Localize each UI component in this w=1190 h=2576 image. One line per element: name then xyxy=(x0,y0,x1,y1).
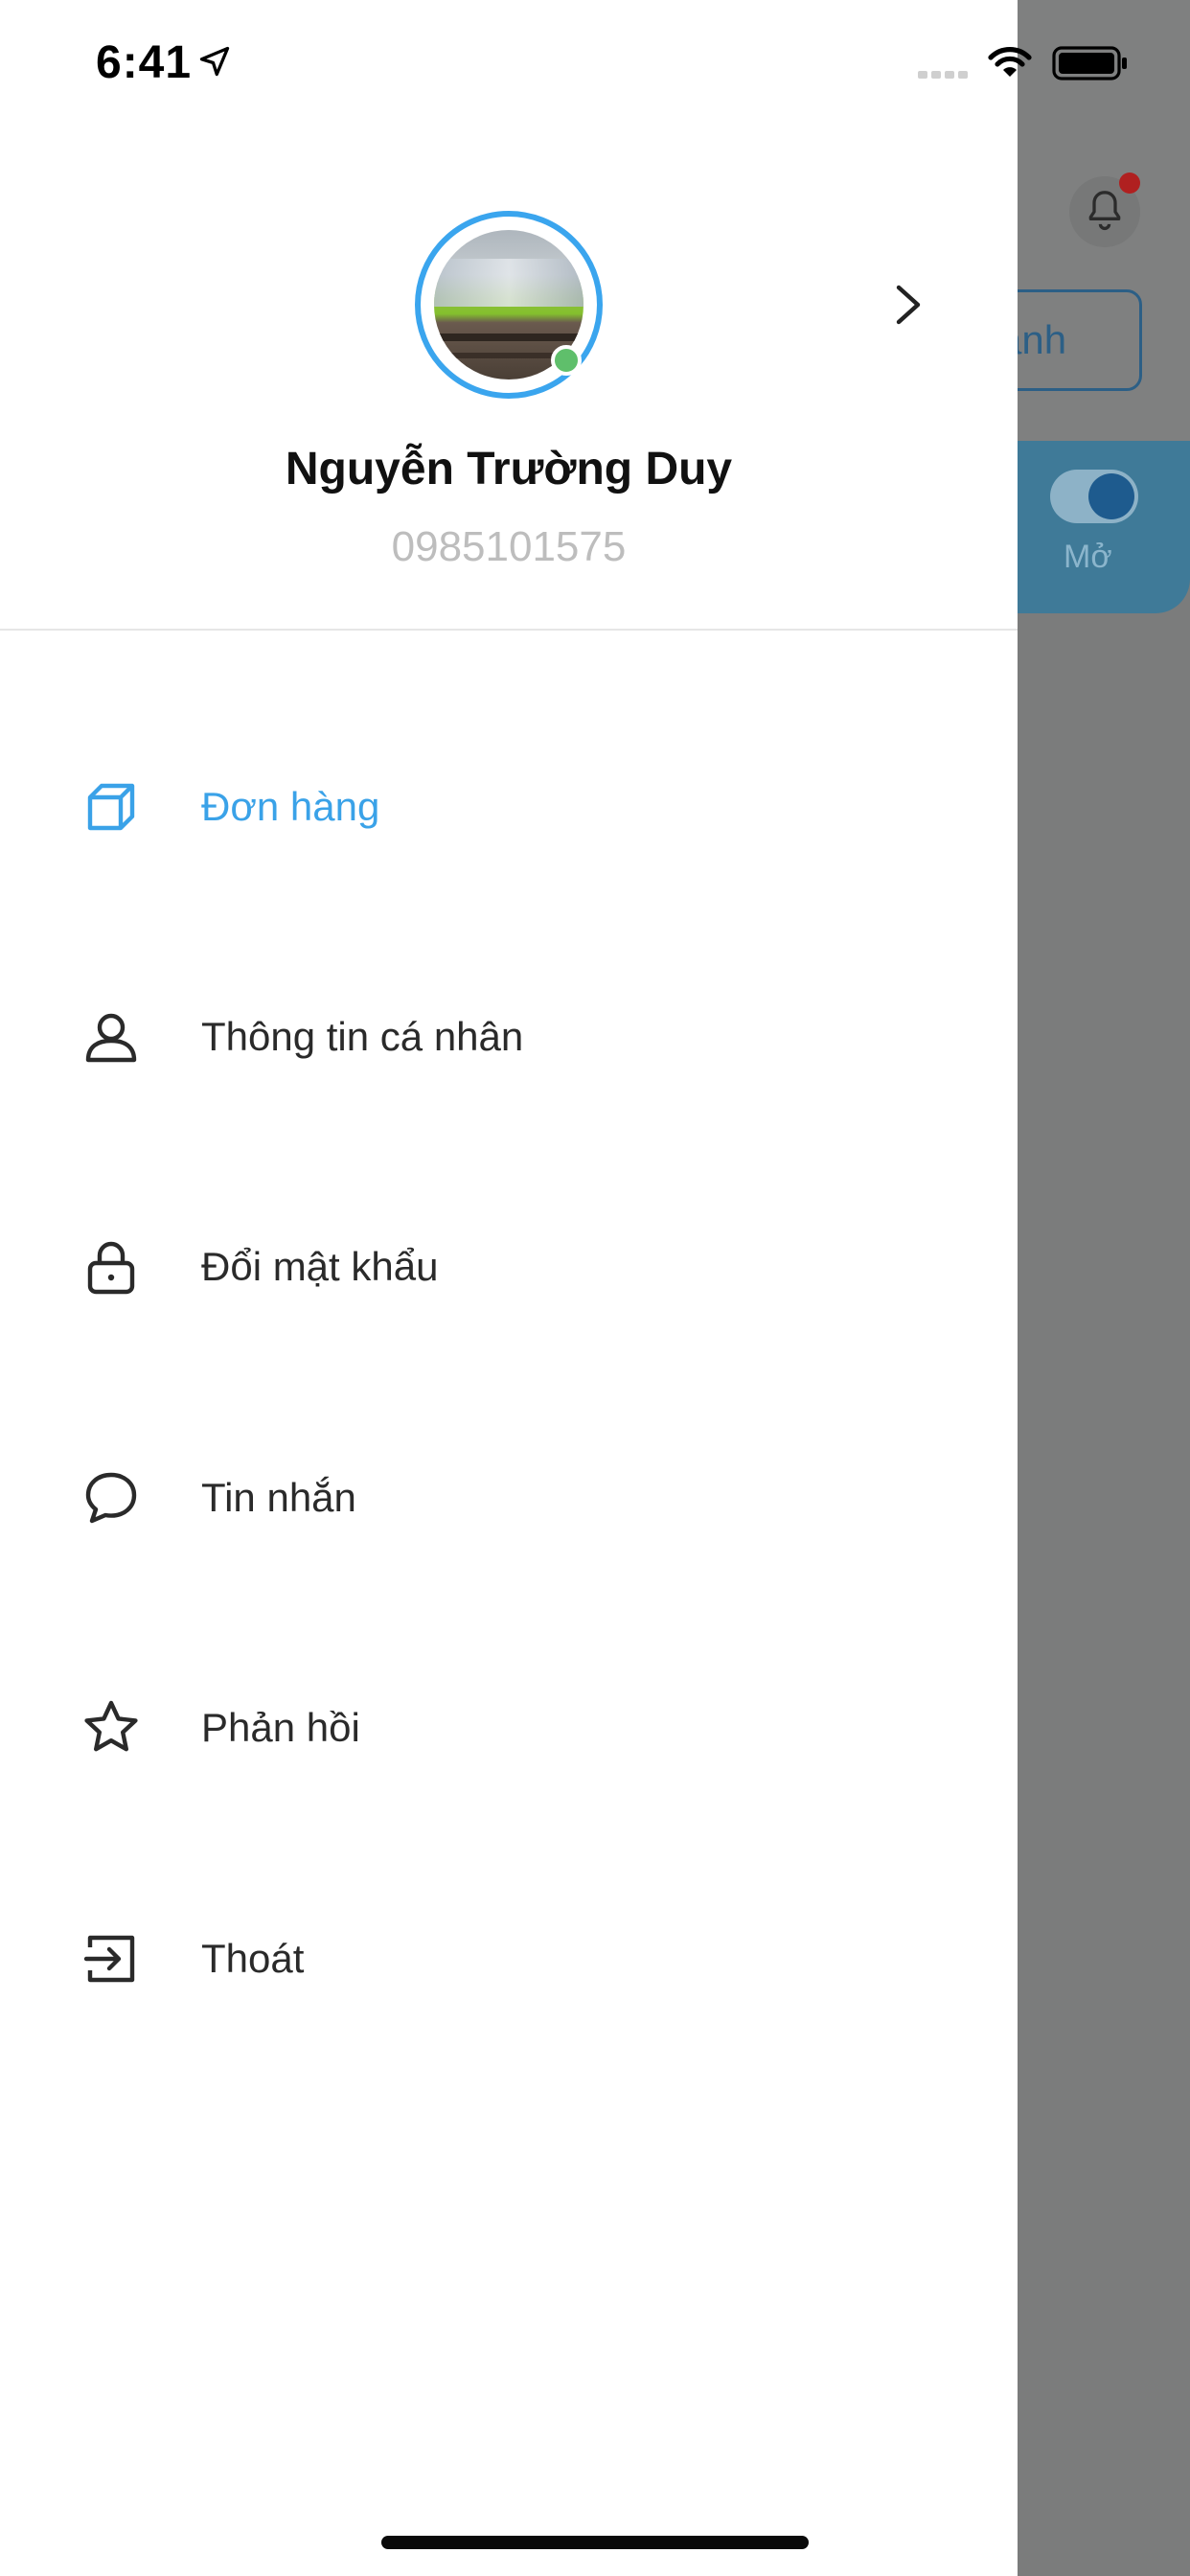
menu-item-label: Tin nhắn xyxy=(201,1475,356,1520)
background-toggle-knob xyxy=(1088,473,1134,519)
menu-item-label: Phản hồi xyxy=(201,1705,360,1750)
location-arrow-icon xyxy=(199,46,230,77)
profile-phone: 0985101575 xyxy=(391,523,627,570)
box-icon xyxy=(87,783,135,831)
menu-item-label: Thông tin cá nhân xyxy=(201,1014,524,1059)
menu-item-label: Đơn hàng xyxy=(201,784,380,829)
menu-item-label: Đổi mật khẩu xyxy=(201,1244,439,1289)
menu-item-feedback[interactable]: Phản hồi xyxy=(0,1661,1018,1795)
bell-icon xyxy=(1088,191,1121,230)
notification-badge xyxy=(1119,172,1140,194)
menu-item-label: Thoát xyxy=(201,1936,305,1981)
status-bar: 6:41 xyxy=(0,0,1190,130)
menu-item-orders[interactable]: Đơn hàng xyxy=(0,740,1018,874)
side-drawer: Nguyễn Trường Duy 0985101575 Đơn hàng Th… xyxy=(0,0,1018,2576)
menu-item-personal-info[interactable]: Thông tin cá nhân xyxy=(0,970,1018,1104)
star-icon xyxy=(84,1700,138,1752)
logout-icon xyxy=(83,1935,135,1983)
menu-item-change-password[interactable]: Đổi mật khẩu xyxy=(0,1200,1018,1334)
user-icon xyxy=(85,1013,137,1063)
divider xyxy=(0,629,1018,631)
menu-item-messages[interactable]: Tin nhắn xyxy=(0,1431,1018,1565)
lock-icon xyxy=(87,1241,135,1295)
profile-name: Nguyễn Trường Duy xyxy=(285,444,733,494)
cellular-signal-icon xyxy=(918,71,968,79)
home-indicator[interactable] xyxy=(381,2536,809,2549)
status-time: 6:41 xyxy=(96,37,193,88)
menu-item-logout[interactable]: Thoát xyxy=(0,1892,1018,2026)
chat-bubble-icon xyxy=(85,1472,137,1524)
battery-icon xyxy=(1052,46,1127,80)
background-toggle xyxy=(1050,470,1138,523)
chevron-right-icon[interactable] xyxy=(891,282,926,328)
wifi-icon xyxy=(988,47,1032,77)
avatar[interactable] xyxy=(415,211,603,399)
online-status-dot xyxy=(551,345,582,376)
background-toggle-label: Mở xyxy=(1064,539,1112,575)
